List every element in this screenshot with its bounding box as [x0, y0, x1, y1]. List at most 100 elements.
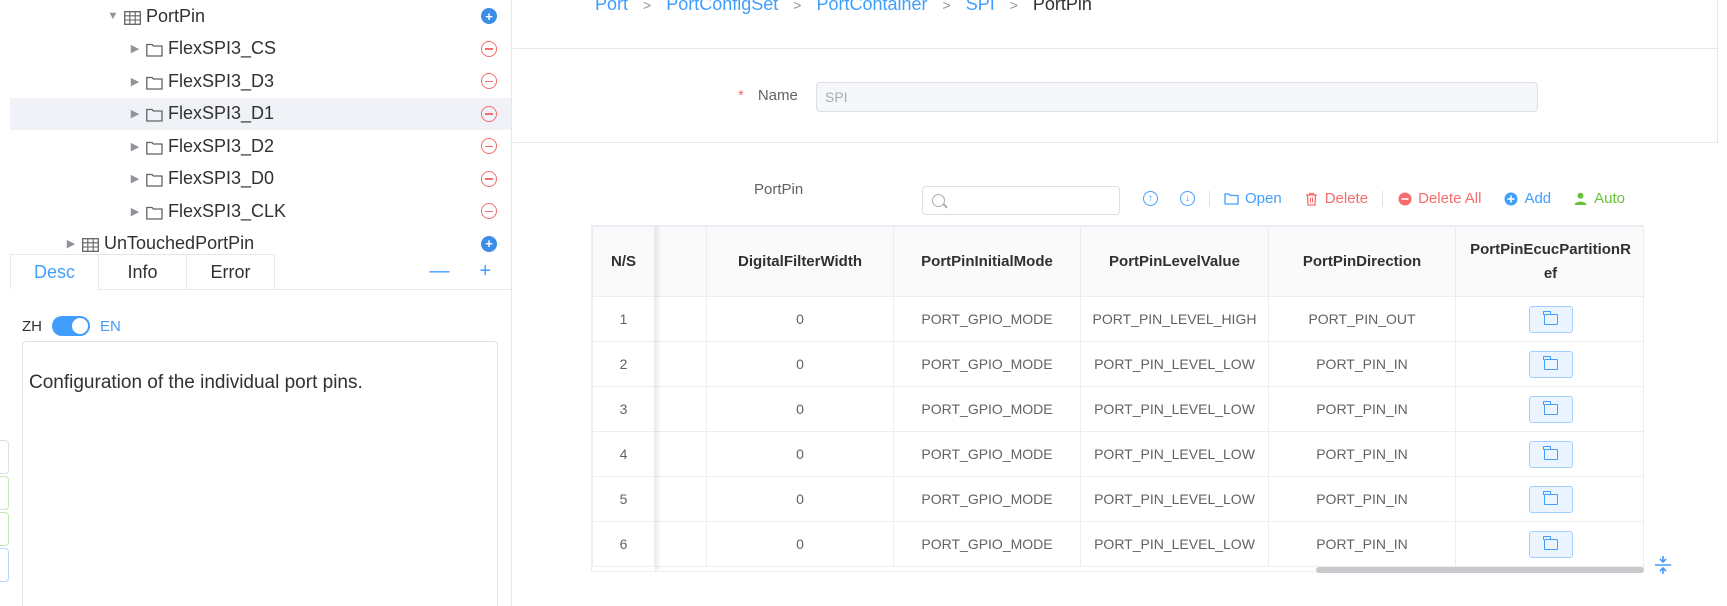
- open-button[interactable]: Open: [1224, 190, 1282, 207]
- table-cell: 4: [592, 431, 655, 477]
- table-row[interactable]: 6 0 PORT_GPIO_MODE PORT_PIN_LEVEL_LOW PORT_P…: [592, 521, 1643, 567]
- table-cell[interactable]: PORT_PIN_LEVEL_LOW: [1080, 476, 1269, 522]
- partition-ref-button[interactable]: [1528, 350, 1573, 378]
- search-input[interactable]: [922, 186, 1120, 215]
- table-cell[interactable]: PORT_GPIO_MODE: [893, 521, 1081, 567]
- tree-item[interactable]: ▶ FlexSPI3_D0: [10, 163, 511, 196]
- expand-panel-button[interactable]: +: [479, 261, 491, 281]
- table-cell[interactable]: PORT_PIN_IN: [1268, 521, 1456, 567]
- table-cell[interactable]: 0: [706, 431, 894, 477]
- column-header[interactable]: [654, 226, 707, 297]
- table-cell[interactable]: PORT_PIN_LEVEL_LOW: [1080, 341, 1269, 387]
- table-cell[interactable]: PORT_PIN_IN: [1268, 386, 1456, 432]
- partition-ref-button[interactable]: [1528, 485, 1573, 513]
- column-header[interactable]: DigitalFilterWidth: [706, 226, 894, 297]
- breadcrumb-item[interactable]: SPI: [966, 0, 995, 15]
- breadcrumb-item[interactable]: Port: [595, 0, 628, 15]
- table-cell[interactable]: [654, 476, 707, 522]
- auto-button[interactable]: Auto: [1573, 190, 1625, 207]
- table-cell[interactable]: PORT_GPIO_MODE: [893, 476, 1081, 522]
- add-button[interactable]: Add: [1503, 190, 1551, 207]
- caret-right-icon[interactable]: ▶: [128, 140, 142, 153]
- description-textarea[interactable]: Configuration of the individual port pin…: [22, 341, 498, 606]
- table-cell[interactable]: PORT_PIN_LEVEL_LOW: [1080, 521, 1269, 567]
- table-cell[interactable]: [654, 386, 707, 432]
- resize-icon[interactable]: [1653, 555, 1673, 580]
- tree-item[interactable]: ▶ FlexSPI3_D3: [10, 65, 511, 98]
- table-cell[interactable]: PORT_PIN_OUT: [1268, 296, 1456, 342]
- tab-info[interactable]: Info: [98, 254, 187, 290]
- table-cell[interactable]: [654, 431, 707, 477]
- edge-tab[interactable]: [0, 512, 9, 546]
- caret-right-icon[interactable]: ▶: [128, 75, 142, 88]
- partition-ref-button[interactable]: [1528, 440, 1573, 468]
- tree-item[interactable]: ▶ FlexSPI3_CS: [10, 33, 511, 66]
- language-switch[interactable]: [52, 316, 90, 336]
- tab-desc[interactable]: Desc: [10, 254, 99, 290]
- table-cell[interactable]: [654, 296, 707, 342]
- column-header[interactable]: PortPinDirection: [1268, 226, 1456, 297]
- remove-node-icon[interactable]: [481, 40, 497, 57]
- tree-item[interactable]: ▶ FlexSPI3_CLK: [10, 195, 511, 228]
- table-cell[interactable]: [654, 341, 707, 387]
- column-header[interactable]: PortPinEcucPartitionRef: [1455, 226, 1643, 297]
- table-cell[interactable]: PORT_PIN_LEVEL_HIGH: [1080, 296, 1269, 342]
- table-cell[interactable]: [654, 521, 707, 567]
- table-cell[interactable]: PORT_PIN_IN: [1268, 431, 1456, 477]
- table-cell[interactable]: PORT_PIN_LEVEL_LOW: [1080, 386, 1269, 432]
- move-down-button[interactable]: ↓: [1180, 191, 1195, 206]
- partition-ref-button[interactable]: [1528, 305, 1573, 333]
- table-cell[interactable]: 0: [706, 521, 894, 567]
- partition-ref-button[interactable]: [1528, 530, 1573, 558]
- table-cell[interactable]: 0: [706, 476, 894, 522]
- table-cell[interactable]: PORT_PIN_LEVEL_LOW: [1080, 431, 1269, 477]
- table-cell[interactable]: PORT_GPIO_MODE: [893, 431, 1081, 477]
- delete-button[interactable]: Delete: [1304, 190, 1368, 207]
- tree-item[interactable]: ▶ FlexSPI3_D2: [10, 130, 511, 163]
- table-cell[interactable]: 0: [706, 341, 894, 387]
- edge-tab[interactable]: [0, 548, 9, 582]
- column-header[interactable]: PortPinInitialMode: [893, 226, 1081, 297]
- caret-right-icon[interactable]: ▶: [128, 107, 142, 120]
- tree-item[interactable]: ▶ FlexSPI3_D1: [10, 97, 511, 130]
- column-header[interactable]: N/S: [592, 226, 655, 297]
- remove-node-icon[interactable]: [481, 73, 497, 90]
- table-cell[interactable]: PORT_GPIO_MODE: [893, 386, 1081, 432]
- table-cell[interactable]: PORT_PIN_IN: [1268, 341, 1456, 387]
- table-row[interactable]: 1 0 PORT_GPIO_MODE PORT_PIN_LEVEL_HIGH PORT_…: [592, 296, 1643, 342]
- column-header[interactable]: PortPinLevelValue: [1080, 226, 1269, 297]
- add-child-icon[interactable]: +: [481, 8, 497, 25]
- partition-ref-button[interactable]: [1528, 395, 1573, 423]
- caret-right-icon[interactable]: ▶: [64, 237, 78, 250]
- delete-all-button[interactable]: Delete All: [1397, 190, 1481, 207]
- table-cell[interactable]: PORT_GPIO_MODE: [893, 341, 1081, 387]
- table-row[interactable]: 3 0 PORT_GPIO_MODE PORT_PIN_LEVEL_LOW PORT_P…: [592, 386, 1643, 432]
- tree-item[interactable]: ▼ PortPin +: [10, 0, 511, 33]
- move-up-button[interactable]: ↑: [1143, 191, 1158, 206]
- edge-tab[interactable]: [0, 476, 9, 510]
- caret-right-icon[interactable]: ▶: [128, 205, 142, 218]
- breadcrumb-item[interactable]: PortConfigSet: [666, 0, 778, 15]
- horizontal-scrollbar[interactable]: [1316, 567, 1644, 573]
- caret-right-icon[interactable]: ▶: [128, 172, 142, 185]
- add-child-icon[interactable]: +: [481, 235, 497, 252]
- table-cell[interactable]: PORT_PIN_IN: [1268, 476, 1456, 522]
- table-cell[interactable]: PORT_GPIO_MODE: [893, 296, 1081, 342]
- caret-right-icon[interactable]: ▶: [128, 42, 142, 55]
- table-row[interactable]: 5 0 PORT_GPIO_MODE PORT_PIN_LEVEL_LOW PORT_P…: [592, 476, 1643, 522]
- name-input[interactable]: SPI: [816, 82, 1538, 112]
- edge-tab[interactable]: [0, 440, 9, 474]
- breadcrumb-item[interactable]: PortContainer: [816, 0, 927, 15]
- remove-node-icon[interactable]: [481, 203, 497, 220]
- table-row[interactable]: 4 0 PORT_GPIO_MODE PORT_PIN_LEVEL_LOW PORT_P…: [592, 431, 1643, 477]
- table-row[interactable]: 2 0 PORT_GPIO_MODE PORT_PIN_LEVEL_LOW PORT_P…: [592, 341, 1643, 387]
- table-cell[interactable]: 0: [706, 386, 894, 432]
- breadcrumb-separator-icon: >: [1009, 0, 1018, 13]
- table-cell[interactable]: 0: [706, 296, 894, 342]
- collapse-panel-button[interactable]: —: [429, 261, 449, 281]
- remove-node-icon[interactable]: [481, 138, 497, 155]
- caret-down-icon[interactable]: ▼: [106, 10, 120, 22]
- tab-error[interactable]: Error: [186, 254, 275, 290]
- remove-node-icon[interactable]: [481, 105, 497, 122]
- remove-node-icon[interactable]: [481, 170, 497, 187]
